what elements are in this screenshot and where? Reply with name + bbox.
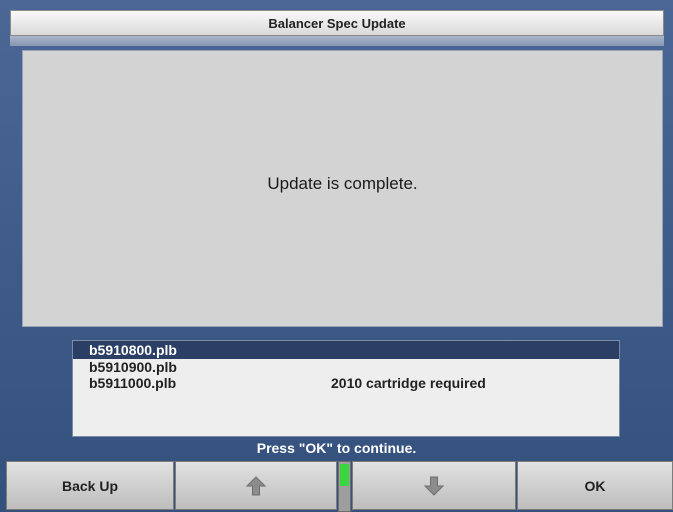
title-divider: [10, 36, 664, 46]
scroll-down-button[interactable]: [352, 461, 516, 510]
arrow-down-icon: [423, 476, 445, 496]
list-item[interactable]: b5910900.plb: [73, 359, 619, 375]
app-window: Balancer Spec Update Update is complete.…: [0, 0, 673, 512]
list-item[interactable]: b5911000.plb 2010 cartridge required: [73, 375, 619, 391]
list-item[interactable]: b5910800.plb: [73, 341, 619, 359]
message-panel: Update is complete.: [22, 50, 663, 327]
back-up-button[interactable]: Back Up: [6, 461, 174, 510]
scroll-position-indicator: [338, 461, 351, 512]
arrow-up-icon: [245, 475, 267, 495]
window-title: Balancer Spec Update: [10, 10, 664, 36]
continue-prompt: Press "OK" to continue.: [256, 440, 417, 456]
softkey-bar: Back Up OK: [6, 461, 673, 512]
file-list[interactable]: b5910800.plb b5910900.plb b5911000.plb 2…: [72, 340, 620, 437]
file-name: b5911000.plb: [89, 375, 177, 391]
ok-button[interactable]: OK: [517, 461, 673, 510]
scroll-up-button[interactable]: [175, 461, 337, 510]
status-message: Update is complete.: [267, 173, 418, 193]
file-note: 2010 cartridge required: [331, 375, 486, 391]
file-name: b5910800.plb: [89, 342, 177, 358]
file-name: b5910900.plb: [89, 359, 177, 375]
scroll-thumb: [340, 464, 349, 486]
